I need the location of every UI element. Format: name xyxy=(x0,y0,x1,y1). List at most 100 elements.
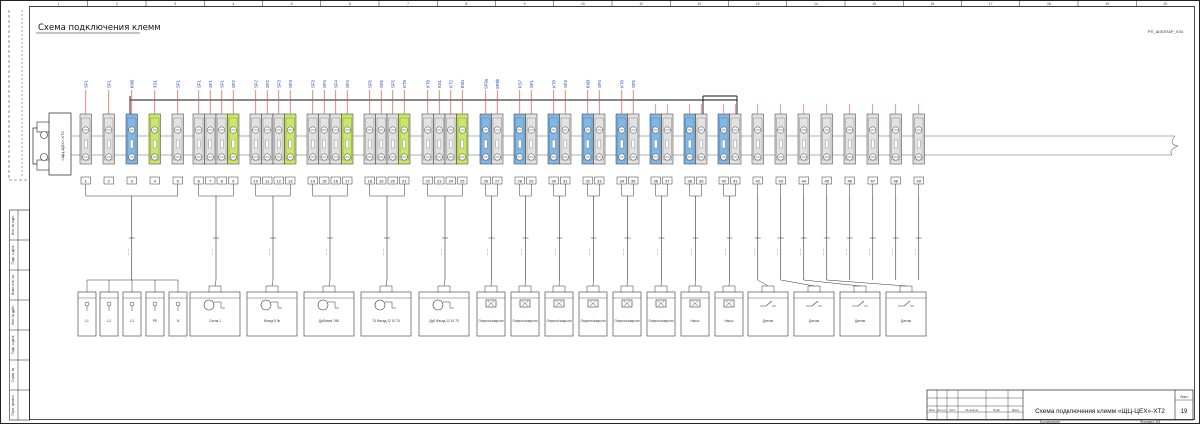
device-box: Датчик xyxy=(885,291,927,337)
copied-label: Копировал xyxy=(1040,419,1061,424)
side-stamp-label: Инв. № подл. xyxy=(11,215,15,235)
device-label: Насос xyxy=(690,319,699,323)
sheet-frame xyxy=(0,0,1200,424)
terminal-number: 39 xyxy=(699,179,704,184)
device-box: Сосна 1 xyxy=(189,291,241,337)
device-box: Открыто/закрыто xyxy=(476,291,506,337)
terminal-number: 20 xyxy=(391,179,396,184)
wire-label: SF1 xyxy=(196,79,201,87)
grid-number: 10 xyxy=(581,2,585,6)
grid-number: 19 xyxy=(1105,2,1109,6)
terminal-number: 15 xyxy=(322,179,327,184)
wire-label: SF3 xyxy=(310,79,315,87)
device-label: L2 xyxy=(107,319,111,323)
device-label: Дуб/хвоя 7/60 xyxy=(319,319,340,323)
device-box: Насос xyxy=(714,291,744,337)
device-label: Датчик xyxy=(901,319,912,323)
device-box: L3 xyxy=(122,291,142,337)
terminal-number: 24 xyxy=(449,179,454,184)
grid-number: 14 xyxy=(814,2,818,6)
wire-label: SF1 xyxy=(219,79,224,87)
terminal-number: 49 xyxy=(917,179,922,184)
terminal-number: 35 xyxy=(631,179,636,184)
title-block-col: Лист xyxy=(949,408,956,412)
svg-text:— —: — — xyxy=(486,249,490,256)
wire-label: KT8 xyxy=(425,79,430,87)
grid-number: 6 xyxy=(349,2,351,6)
terminal-number: 37 xyxy=(665,179,670,184)
terminal-number: 19 xyxy=(379,179,384,184)
svg-text:— —: — — xyxy=(588,249,592,256)
wire-label: SF3 xyxy=(276,79,281,87)
schematic-sheet: 1 2 3 4 5 6 7 8 9 10 11 12 13 14 15 16 17 18 19 20 Инв. № п… xyxy=(0,0,1200,424)
device-box: Открыто/закрыто xyxy=(544,291,574,337)
sheet-label: Лист xyxy=(1180,395,1188,399)
device-label: Открыто/закрыто xyxy=(546,319,572,323)
grid-number: 13 xyxy=(756,2,760,6)
terminal-number: 21 xyxy=(402,179,407,184)
device-box: Датчик xyxy=(839,291,881,337)
grid-number: 9 xyxy=(524,2,526,6)
svg-text:— —: — — xyxy=(775,249,779,256)
svg-text:— —: — — xyxy=(267,249,271,256)
sheet-number: 19 xyxy=(1181,409,1188,415)
terminal-number: 47 xyxy=(871,179,876,184)
device-box: Дуб Фасад 12 10 75 xyxy=(418,291,470,337)
wire-label: KT8 xyxy=(619,79,624,87)
device-label: L3 xyxy=(130,319,134,323)
side-stamp-label: Перв. примен. xyxy=(11,394,15,415)
terminal-number: 14 xyxy=(311,179,316,184)
device-label: Открыто/закрыто xyxy=(580,319,606,323)
device-label: Сосна 1 xyxy=(209,319,221,323)
grid-number: 11 xyxy=(639,2,643,6)
wire-label: SF2 xyxy=(265,79,270,87)
device-label: Датчик xyxy=(809,319,820,323)
terminal-number: 48 xyxy=(894,179,899,184)
svg-text:— —: — — xyxy=(913,249,917,256)
title-block-col: Подп. xyxy=(993,408,1001,412)
grid-number: 5 xyxy=(291,2,293,6)
device-label: L1 xyxy=(85,319,89,323)
svg-text:— —: — — xyxy=(656,249,660,256)
wire-label: SF3 xyxy=(563,79,568,87)
svg-text:— —: — — xyxy=(690,249,694,256)
terminal-number: 34 xyxy=(620,179,625,184)
wire-label: SF1 xyxy=(529,79,534,87)
wire-label: XS1 xyxy=(152,79,157,88)
device-label: Датчик xyxy=(855,319,866,323)
device-label: Датчик xyxy=(763,319,774,323)
device-box: N xyxy=(168,291,188,337)
format-label: Формат А3 xyxy=(1140,419,1161,424)
wire-label: KS1 xyxy=(437,79,442,88)
title-block-col: Кол.уч xyxy=(938,408,947,412)
terminal-number: 46 xyxy=(848,179,853,184)
device-box: L1 xyxy=(77,291,97,337)
wire-label: SF4 xyxy=(333,79,338,87)
terminal-number: 25 xyxy=(460,179,465,184)
device-label: Открыто/закрыто xyxy=(478,319,504,323)
terminal-number: 38 xyxy=(688,179,693,184)
device-box: Насос xyxy=(680,291,710,337)
grid-number: 4 xyxy=(232,2,234,6)
wire-label: SF1 xyxy=(175,79,180,87)
device-label: Открыто/закрыто xyxy=(512,319,538,323)
device-box: Дуб/хвоя 7/60 xyxy=(303,291,355,337)
wire-label: SF5 xyxy=(379,79,384,87)
terminal-number: 31 xyxy=(563,179,568,184)
terminal-number: 10 xyxy=(254,179,259,184)
wire-label: SF4 xyxy=(597,79,602,87)
terminal-number: 22 xyxy=(426,179,431,184)
title-block-col: Дата xyxy=(1012,408,1019,412)
side-stamp-label: Взам. инв. № xyxy=(11,275,15,295)
top-grid-ruler: 1 2 3 4 5 6 7 8 9 10 11 12 13 14 15 16 17 18 19 20 xyxy=(29,0,1195,7)
terminal-number: 36 xyxy=(654,179,659,184)
device-label: Открыто/закрыто xyxy=(648,319,674,323)
wire-label: KT8 xyxy=(551,79,556,87)
connector-label: «ЩЦ-ЦЕХ»-ХТ2 xyxy=(60,130,65,160)
device-box: L2 xyxy=(99,291,119,337)
wire-label: SF1 xyxy=(208,79,213,87)
terminal-number: 23 xyxy=(437,179,442,184)
device-box: Т4 Фасад 12 10 75 xyxy=(360,291,412,337)
svg-text:— —: — — xyxy=(324,249,328,256)
terminal-number: 42 xyxy=(756,179,761,184)
